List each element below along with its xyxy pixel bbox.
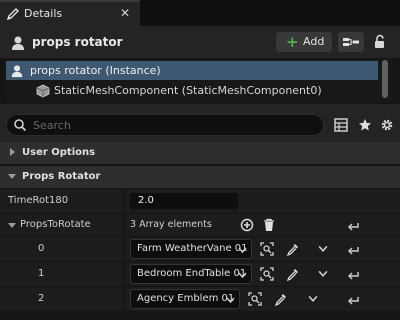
browse-icon[interactable] <box>248 292 262 306</box>
chevron-down-icon[interactable] <box>318 243 328 253</box>
array-index: 2 <box>38 293 45 304</box>
eyedropper-icon[interactable] <box>286 267 300 281</box>
trash-icon[interactable] <box>262 218 276 232</box>
search-box <box>6 114 324 136</box>
chevron-down-icon[interactable] <box>8 221 16 229</box>
browse-icon[interactable] <box>260 267 274 281</box>
array-index: 0 <box>38 243 45 254</box>
chevron-down-icon[interactable] <box>308 293 318 303</box>
eyedropper-icon[interactable] <box>286 242 300 256</box>
actor-icon <box>12 36 24 50</box>
pencil-icon <box>6 8 19 21</box>
chevron-down-icon[interactable] <box>318 268 328 278</box>
lock-icon[interactable] <box>372 34 388 50</box>
add-circle-icon[interactable] <box>240 218 254 232</box>
asset-dropdown[interactable]: Bedroom EndTable 01 <box>130 264 252 284</box>
tree-item-label: props rotator (Instance) <box>30 64 161 77</box>
column-divider <box>124 287 125 311</box>
property-row-timerot: TimeRot180 2.0 <box>0 189 400 213</box>
section-props-rotator[interactable]: Props Rotator <box>0 166 400 188</box>
timerot-value-field[interactable]: 2.0 <box>130 193 238 209</box>
asset-name: Farm WeatherVane 01 <box>137 243 248 254</box>
component-tree: props rotator (Instance) StaticMeshCompo… <box>6 58 392 102</box>
property-row-props-to-rotate: PropsToRotate 3 Array elements <box>0 214 400 236</box>
array-element-row: 2 Agency Emblem 01 <box>0 287 400 311</box>
column-divider <box>124 189 125 213</box>
section-title: User Options <box>22 147 96 158</box>
add-button-label: Add <box>303 35 325 48</box>
column-divider <box>124 237 125 261</box>
tab-close-icon[interactable]: ✕ <box>120 6 130 20</box>
blueprint-button[interactable] <box>338 32 364 52</box>
reset-arrow-icon[interactable] <box>346 242 360 256</box>
actor-icon <box>11 65 23 78</box>
tree-item-static-mesh[interactable]: StaticMeshComponent (StaticMeshComponent… <box>6 81 378 100</box>
tree-scrollbar[interactable] <box>382 60 388 98</box>
search-input[interactable] <box>33 116 313 134</box>
reset-arrow-icon[interactable] <box>346 292 360 306</box>
star-icon[interactable] <box>358 118 372 132</box>
array-element-row: 1 Bedroom EndTable 01 <box>0 262 400 286</box>
asset-dropdown[interactable]: Farm WeatherVane 01 <box>130 239 252 259</box>
add-component-button[interactable]: + Add <box>276 32 332 52</box>
section-user-options[interactable]: User Options <box>0 142 400 164</box>
search-icon <box>14 119 27 132</box>
asset-name: Bedroom EndTable 01 <box>137 268 247 279</box>
actor-name: props rotator <box>32 35 123 49</box>
tab-bar: Details ✕ <box>0 0 400 26</box>
chevron-down-icon <box>8 174 16 179</box>
table-view-icon[interactable] <box>334 118 348 132</box>
gear-icon[interactable] <box>380 118 394 132</box>
tree-item-label: StaticMeshComponent (StaticMeshComponent… <box>54 84 322 97</box>
array-summary: 3 Array elements <box>130 219 212 230</box>
property-label: PropsToRotate <box>20 219 91 230</box>
chevron-right-icon <box>10 148 15 156</box>
chevron-down-icon <box>238 247 247 254</box>
eyedropper-icon[interactable] <box>274 292 288 306</box>
asset-dropdown[interactable]: Agency Emblem 01 <box>130 289 240 309</box>
section-title: Props Rotator <box>22 171 101 182</box>
reset-arrow-icon[interactable] <box>346 267 360 281</box>
column-divider <box>124 262 125 286</box>
tab-details[interactable]: Details ✕ <box>0 0 140 26</box>
chevron-down-icon <box>238 272 247 279</box>
timerot-value: 2.0 <box>138 195 154 206</box>
blueprint-icon <box>343 38 359 46</box>
search-bar <box>0 104 400 142</box>
plus-icon: + <box>286 33 299 51</box>
property-label: TimeRot180 <box>8 195 69 206</box>
array-index: 1 <box>38 268 45 279</box>
column-divider <box>124 214 125 236</box>
asset-name: Agency Emblem 01 <box>137 293 235 304</box>
reset-arrow-icon[interactable] <box>346 218 360 232</box>
static-mesh-icon <box>36 84 50 98</box>
browse-icon[interactable] <box>260 242 274 256</box>
chevron-down-icon <box>226 297 235 304</box>
array-element-row: 0 Farm WeatherVane 01 <box>0 237 400 261</box>
tree-item-instance[interactable]: props rotator (Instance) <box>6 61 378 80</box>
tab-title: Details <box>24 7 63 20</box>
